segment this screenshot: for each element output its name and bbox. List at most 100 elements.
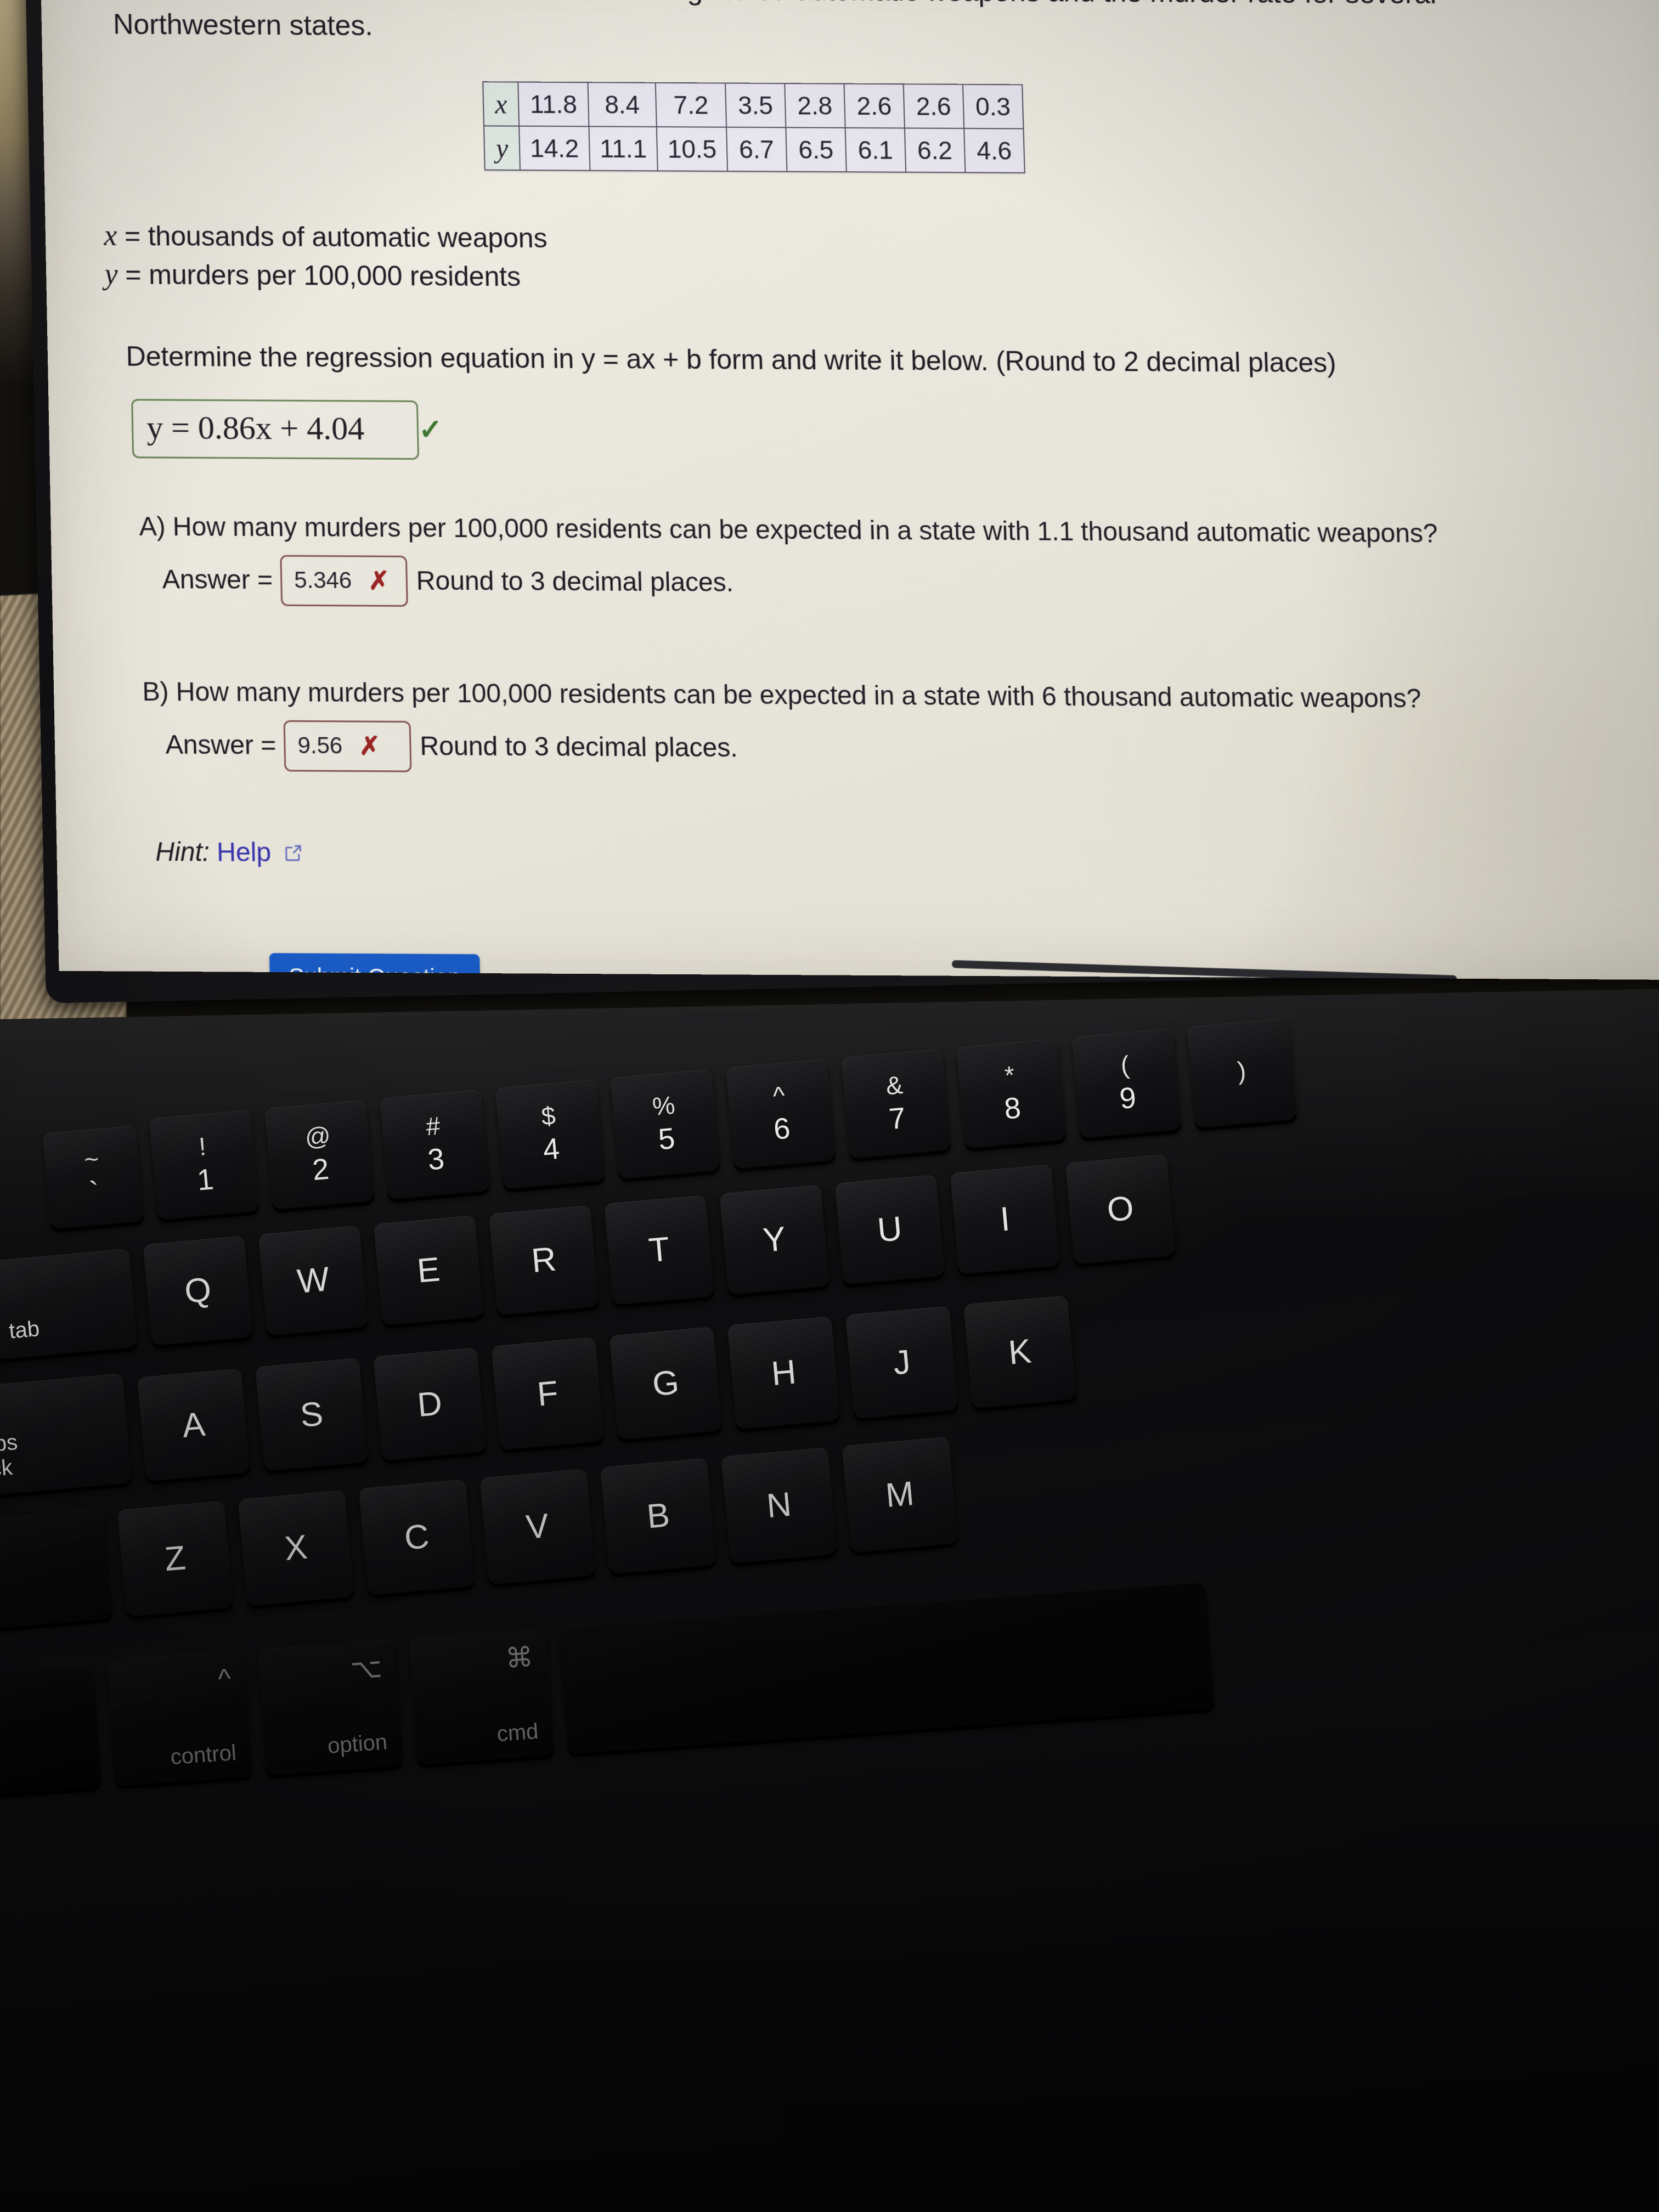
data-table-container: x 11.8 8.4 7.2 3.5 2.8 2.6 2.6 0.3 y 14.… [482, 81, 1659, 177]
key-caps-lock[interactable]: caps lock [0, 1373, 132, 1498]
key-shift[interactable]: shift [0, 1508, 112, 1638]
equation-answer-field[interactable]: y = 0.86x + 4.04 [131, 398, 420, 460]
key-tilde[interactable]: ~ ` [42, 1125, 144, 1229]
key-tab-label: tab [8, 1317, 41, 1344]
key-w[interactable]: W [258, 1225, 369, 1336]
key-g[interactable]: G [609, 1327, 723, 1440]
key-i-label: I [998, 1200, 1012, 1239]
key-t[interactable]: T [604, 1195, 714, 1305]
table-row-x: x 11.8 8.4 7.2 3.5 2.8 2.6 2.6 0.3 [483, 82, 1024, 129]
key-0[interactable]: ) [1187, 1018, 1297, 1128]
table-cell: 2.6 [903, 84, 964, 129]
row-header-y: y [484, 126, 521, 171]
key-option[interactable]: ⌥ option [257, 1639, 404, 1775]
part-a-round-note: Round to 3 decimal places. [416, 566, 734, 598]
key-m[interactable]: M [842, 1436, 958, 1553]
key-command-label: cmd [496, 1719, 539, 1747]
key-i[interactable]: I [950, 1164, 1060, 1274]
key-4-lower: 4 [541, 1132, 561, 1167]
part-b-question: B) How many murders per 100,000 resident… [142, 676, 1659, 715]
key-6-lower: 6 [772, 1111, 792, 1146]
key-4[interactable]: $ 4 [495, 1079, 605, 1189]
key-control[interactable]: ^ control [106, 1650, 252, 1786]
key-3[interactable]: # 3 [380, 1089, 490, 1200]
key-d[interactable]: D [373, 1347, 487, 1461]
part-a-answer-line: Answer = 5.346 ✗ Round to 3 decimal plac… [162, 554, 1659, 613]
part-b-answer-line: Answer = 9.56 ✗ Round to 3 decimal place… [165, 719, 1659, 779]
key-h[interactable]: H [727, 1316, 840, 1430]
key-k[interactable]: K [963, 1295, 1076, 1409]
key-7-upper: & [884, 1070, 904, 1101]
key-tab[interactable]: tab [0, 1248, 138, 1360]
key-z[interactable]: Z [117, 1500, 234, 1617]
key-s[interactable]: S [255, 1358, 368, 1471]
external-link-icon[interactable] [284, 838, 303, 869]
key-e[interactable]: E [373, 1215, 484, 1325]
table-cell: 14.2 [519, 126, 590, 171]
key-1[interactable]: ! 1 [149, 1109, 259, 1220]
key-tilde-upper: ~ [83, 1144, 100, 1174]
key-a[interactable]: A [137, 1368, 250, 1482]
key-8[interactable]: * 8 [956, 1038, 1066, 1149]
part-b-answer-value: 9.56 [297, 731, 343, 759]
part-a-question-text: A) How many murders per 100,000 resident… [139, 511, 1438, 549]
table-cell: 4.6 [963, 128, 1025, 173]
key-9[interactable]: ( 9 [1071, 1028, 1182, 1138]
key-5[interactable]: % 5 [610, 1069, 720, 1180]
key-j[interactable]: J [845, 1306, 958, 1419]
key-0-upper: ) [1236, 1056, 1248, 1085]
part-a-answer-value: 5.346 [294, 566, 352, 593]
key-8-upper: * [1003, 1060, 1016, 1090]
key-5-lower: 5 [657, 1122, 676, 1156]
key-d-label: D [415, 1384, 444, 1424]
table-cell: 11.1 [589, 126, 658, 171]
key-o[interactable]: O [1065, 1154, 1176, 1265]
key-r-label: R [529, 1240, 558, 1280]
trackpad[interactable] [780, 2087, 1606, 2212]
help-link[interactable]: Help [217, 837, 272, 867]
key-q[interactable]: Q [143, 1235, 253, 1346]
key-e-label: E [415, 1250, 442, 1290]
key-c[interactable]: C [358, 1479, 475, 1595]
question-prompt: The table below shows the number of stat… [112, 0, 1437, 42]
key-h-label: H [770, 1352, 798, 1393]
key-c-label: C [403, 1517, 431, 1558]
key-u[interactable]: U [834, 1174, 945, 1285]
key-g-label: G [651, 1363, 681, 1403]
homework-question-page: The table below shows the number of stat… [40, 0, 1659, 980]
key-2[interactable]: @ 2 [264, 1099, 375, 1210]
key-7[interactable]: & 7 [840, 1048, 951, 1159]
key-n[interactable]: N [721, 1447, 837, 1564]
table-cell: 2.8 [785, 83, 845, 128]
key-control-label: control [170, 1740, 238, 1770]
key-j-label: J [891, 1342, 912, 1382]
key-fn[interactable] [0, 1666, 101, 1796]
table-cell: 6.2 [904, 128, 966, 173]
part-a-answer-field[interactable]: 5.346 ✗ [280, 555, 408, 607]
table-cell: 6.7 [726, 127, 787, 172]
legend-var-x: x [103, 218, 117, 252]
part-b-answer-field[interactable]: 9.56 ✗ [283, 720, 412, 772]
key-6[interactable]: ^ 6 [725, 1058, 836, 1169]
key-v[interactable]: V [479, 1469, 596, 1585]
keyboard: ~ ` ! 1 @ 2 # 3 $ 4 % 5 ^ 6 & 7 * 8 (9 … [0, 988, 1659, 2212]
legend-text-x: = thousands of automatic weapons [124, 220, 548, 254]
key-f[interactable]: F [491, 1337, 605, 1451]
key-space[interactable] [560, 1582, 1215, 1754]
key-b[interactable]: B [600, 1458, 716, 1575]
xy-data-table: x 11.8 8.4 7.2 3.5 2.8 2.6 2.6 0.3 y 14.… [482, 81, 1025, 173]
key-y[interactable]: Y [719, 1184, 830, 1295]
key-x[interactable]: X [238, 1489, 354, 1606]
part-a-block: A) How many murders per 100,000 resident… [139, 511, 1659, 613]
key-8-lower: 8 [1003, 1091, 1023, 1126]
variable-legend: x = thousands of automatic weapons y = m… [104, 216, 1659, 302]
key-2-lower: 2 [311, 1152, 331, 1187]
key-v-label: V [524, 1506, 551, 1547]
keyboard-row-modifiers: ^ control ⌥ option ⌘ cmd [0, 1582, 1215, 1796]
part-a-question: A) How many murders per 100,000 resident… [139, 511, 1659, 550]
key-6-upper: ^ [771, 1081, 786, 1110]
equation-answer-value: y = 0.86x + 4.04 [146, 409, 365, 447]
key-n-label: N [765, 1485, 793, 1526]
key-command[interactable]: ⌘ cmd [408, 1629, 555, 1765]
key-r[interactable]: R [489, 1205, 599, 1316]
